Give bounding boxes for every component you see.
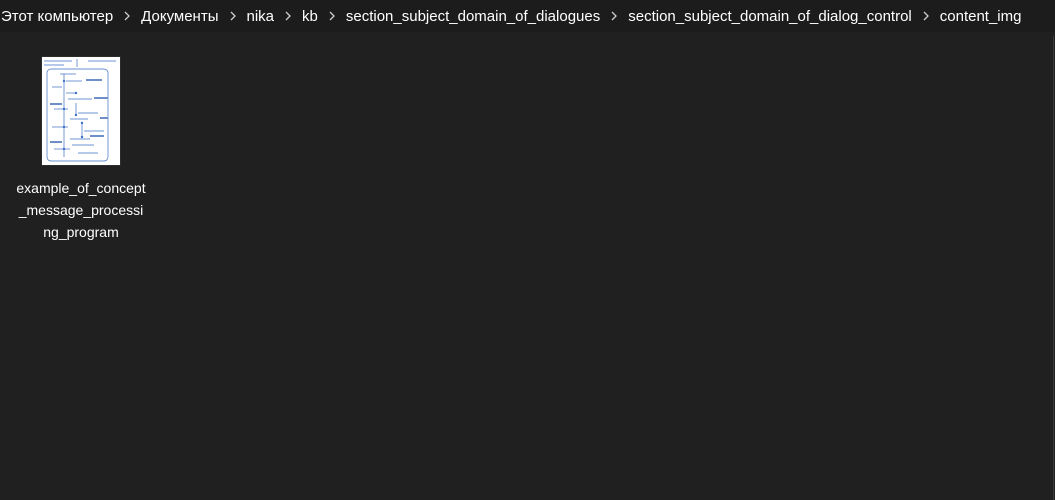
breadcrumb: Этот компьютер Документы nika kb section… bbox=[0, 0, 1055, 32]
chevron-right-icon[interactable] bbox=[275, 7, 301, 25]
file-name-label[interactable]: example_of_concept_message_processing_pr… bbox=[16, 177, 146, 243]
breadcrumb-item-this-pc[interactable]: Этот компьютер bbox=[0, 8, 114, 25]
breadcrumb-item-dialog-control[interactable]: section_subject_domain_of_dialog_control bbox=[627, 8, 913, 25]
chevron-right-icon[interactable] bbox=[114, 7, 140, 25]
breadcrumb-item-content-img[interactable]: content_img bbox=[939, 8, 1023, 25]
file-list-area[interactable] bbox=[0, 32, 1055, 500]
chevron-right-icon[interactable] bbox=[220, 7, 246, 25]
pane-divider[interactable] bbox=[1053, 36, 1054, 500]
breadcrumb-item-kb[interactable]: kb bbox=[301, 8, 319, 25]
breadcrumb-item-documents[interactable]: Документы bbox=[140, 8, 219, 25]
breadcrumb-item-nika[interactable]: nika bbox=[246, 8, 276, 25]
chevron-right-icon[interactable] bbox=[601, 7, 627, 25]
file-item[interactable]: example_of_concept_message_processing_pr… bbox=[16, 52, 146, 242]
chevron-right-icon[interactable] bbox=[913, 7, 939, 25]
chevron-right-icon[interactable] bbox=[319, 7, 345, 25]
image-thumbnail-icon[interactable] bbox=[42, 57, 120, 165]
breadcrumb-item-dialogues[interactable]: section_subject_domain_of_dialogues bbox=[345, 8, 601, 25]
